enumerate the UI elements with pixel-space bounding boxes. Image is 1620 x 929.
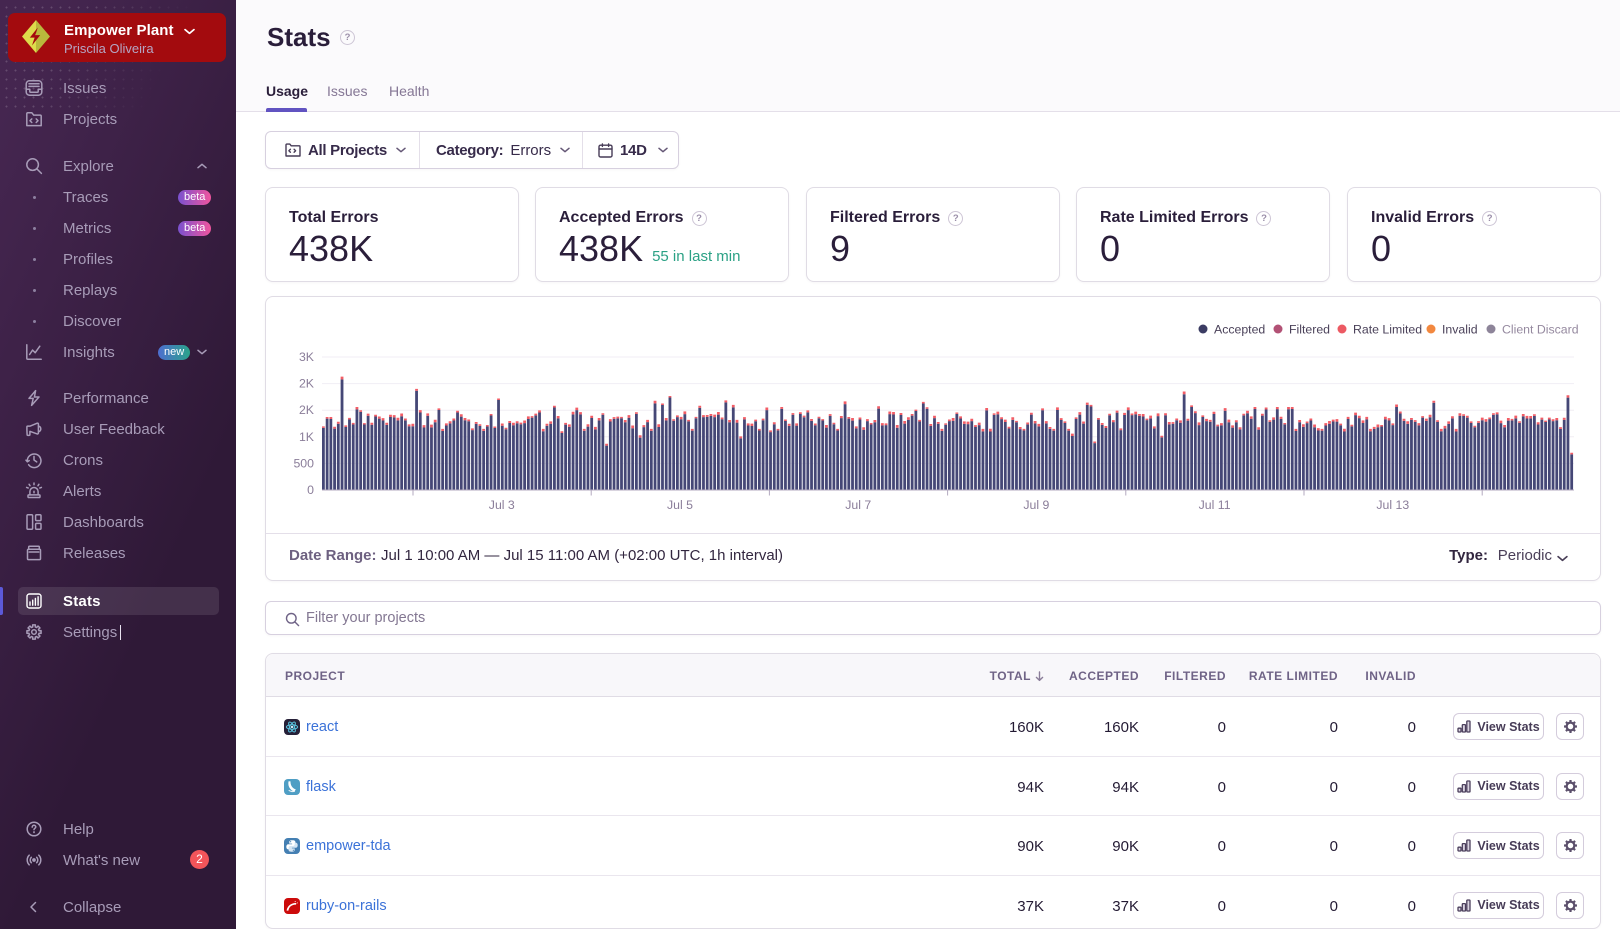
svg-text:2K: 2K — [299, 403, 315, 417]
svg-text:2K: 2K — [299, 377, 315, 391]
svg-text:Accepted: Accepted — [1214, 323, 1265, 337]
svg-text:Jul 13: Jul 13 — [1376, 498, 1409, 512]
svg-text:500: 500 — [293, 456, 314, 470]
svg-text:3K: 3K — [299, 350, 315, 364]
svg-text:Jul 7: Jul 7 — [845, 498, 871, 512]
svg-text:0: 0 — [307, 483, 314, 497]
svg-text:Filtered: Filtered — [1289, 323, 1330, 337]
svg-text:Jul 5: Jul 5 — [667, 498, 693, 512]
svg-text:Client Discard: Client Discard — [1502, 323, 1579, 337]
svg-text:Jul 11: Jul 11 — [1199, 498, 1231, 512]
svg-text:1K: 1K — [299, 430, 315, 444]
svg-text:Invalid: Invalid — [1442, 323, 1478, 337]
svg-text:Jul 9: Jul 9 — [1023, 498, 1049, 512]
svg-text:Jul 3: Jul 3 — [489, 498, 515, 512]
svg-text:Rate Limited: Rate Limited — [1353, 323, 1422, 337]
